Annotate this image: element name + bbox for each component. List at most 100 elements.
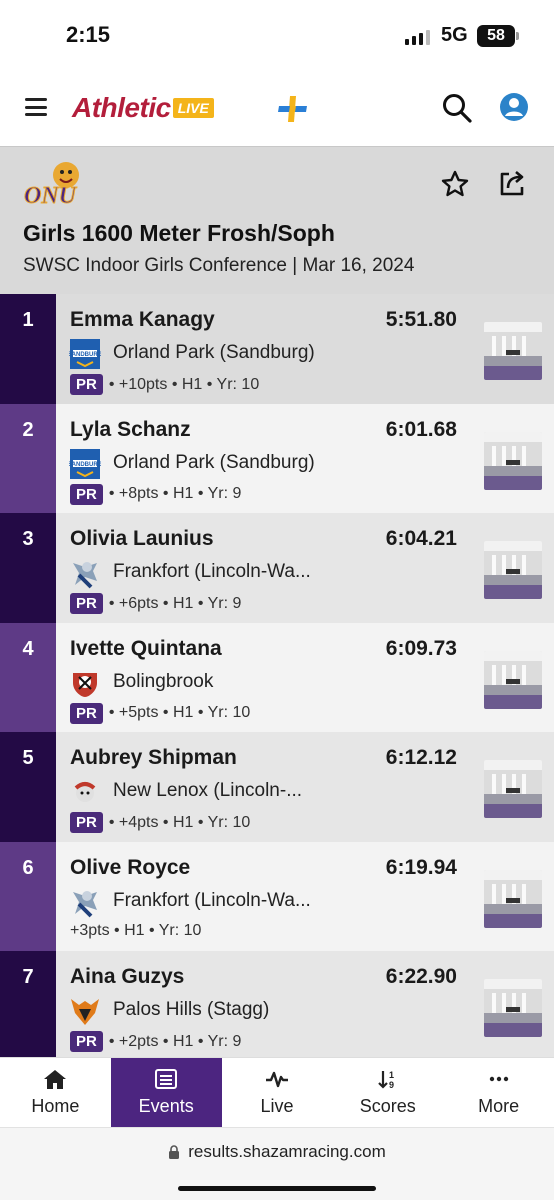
result-row[interactable]: 1 Emma Kanagy 5:51.80 SANDBURG Orland Park (…	[0, 294, 554, 404]
race-photo-thumbnail[interactable]	[484, 979, 542, 1037]
result-mark: 6:22.90	[385, 965, 457, 988]
result-body[interactable]: Ivette Quintana 6:09.73 Bolingbrook PR • +5p…	[56, 622, 554, 732]
result-row[interactable]: 3 Olivia Launius 6:04.21 Frankfort (Lincoln…	[0, 513, 554, 623]
plus-logo-icon[interactable]	[276, 92, 310, 126]
menu-icon[interactable]	[25, 98, 47, 116]
nav-events[interactable]: Events	[110, 1058, 222, 1127]
place-cell: 7	[0, 951, 56, 1057]
school-name[interactable]: New Lenox (Lincoln-...	[113, 780, 302, 802]
school-name[interactable]: Frankfort (Lincoln-Wa...	[113, 890, 311, 912]
sort-icon: 19	[378, 1070, 394, 1090]
nav-home[interactable]: Home	[0, 1058, 111, 1127]
event-title: Girls 1600 Meter Frosh/Soph	[23, 220, 335, 246]
school-name[interactable]: Palos Hills (Stagg)	[113, 999, 269, 1021]
result-mark: 6:04.21	[385, 527, 457, 550]
place-cell: 4	[0, 622, 56, 732]
battery-icon: 58	[477, 25, 519, 47]
race-photo-thumbnail[interactable]	[484, 869, 542, 928]
result-row[interactable]: 6 Olive Royce 6:19.94 Frankfort (Lincoln-Wa…	[0, 841, 554, 951]
place-number: 1	[22, 309, 34, 331]
svg-text:SANDBURG: SANDBURG	[69, 352, 101, 358]
result-meta: PR • +5pts • H1 • Yr: 10	[70, 702, 250, 724]
bottom-nav: Home Events Live 19 Scores More	[0, 1057, 554, 1127]
svg-text:9: 9	[389, 1080, 394, 1090]
event-subtitle: SWSC Indoor Girls Conference | Mar 16, 2…	[23, 255, 415, 276]
athlete-name[interactable]: Lyla Schanz	[70, 418, 191, 442]
results-list: 1 Emma Kanagy 5:51.80 SANDBURG Orland Park (…	[0, 294, 554, 1057]
athlete-name[interactable]: Olive Royce	[70, 856, 190, 880]
pr-badge: PR	[70, 374, 103, 395]
race-photo-thumbnail[interactable]	[484, 431, 542, 490]
school-name[interactable]: Orland Park (Sandburg)	[113, 342, 315, 364]
place-cell: 5	[0, 732, 56, 842]
school-logo	[69, 667, 101, 699]
result-meta: PR • +8pts • H1 • Yr: 9	[70, 483, 242, 505]
nav-scores[interactable]: 19 Scores	[332, 1058, 443, 1127]
pr-badge: PR	[70, 812, 103, 833]
athlete-name[interactable]: Aubrey Shipman	[70, 746, 237, 770]
meta-text: • +2pts • H1 • Yr: 9	[108, 1032, 242, 1050]
result-body[interactable]: Lyla Schanz 6:01.68 SANDBURG Orland Park (S…	[56, 403, 554, 513]
result-row[interactable]: 2 Lyla Schanz 6:01.68 SANDBURG Orland Park (…	[0, 403, 554, 513]
school-logo	[69, 995, 101, 1027]
result-row[interactable]: 7 Aina Guzys 6:22.90 Palos Hills (Stagg) PR •…	[0, 951, 554, 1057]
meta-text: • +8pts • H1 • Yr: 9	[108, 485, 242, 502]
browser-url-bar: results.shazamracing.com	[0, 1127, 554, 1200]
home-indicator[interactable]	[178, 1186, 376, 1191]
race-photo-thumbnail[interactable]	[484, 322, 542, 380]
search-icon[interactable]	[441, 92, 473, 124]
lock-icon	[169, 1144, 180, 1159]
school-name[interactable]: Frankfort (Lincoln-Wa...	[113, 561, 311, 583]
place-number: 5	[22, 747, 34, 769]
result-body[interactable]: Emma Kanagy 5:51.80 SANDBURG Orland Park (S…	[56, 294, 554, 404]
result-row[interactable]: 4 Ivette Quintana 6:09.73 Bolingbrook PR • +5…	[0, 622, 554, 732]
result-meta: PR • +2pts • H1 • Yr: 9	[70, 1031, 241, 1052]
url-field[interactable]: results.shazamracing.com	[0, 1142, 554, 1162]
result-meta: PR • +10pts • H1 • Yr: 10	[70, 374, 259, 395]
network-type: 5G	[441, 24, 468, 46]
event-header: ONU Girls 1600 Meter Frosh/Soph SWSC Ind…	[0, 146, 554, 294]
meta-text: • +6pts • H1 • Yr: 9	[108, 594, 242, 612]
result-body[interactable]: Aubrey Shipman 6:12.12 New Lenox (Lincoln-…	[56, 732, 554, 842]
athlete-name[interactable]: Ivette Quintana	[70, 637, 222, 661]
school-name[interactable]: Bolingbrook	[113, 671, 213, 693]
race-photo-thumbnail[interactable]	[484, 541, 542, 599]
nav-live[interactable]: Live	[222, 1058, 333, 1127]
athlete-name[interactable]: Aina Guzys	[70, 965, 184, 989]
athlete-name[interactable]: Olivia Launius	[70, 527, 214, 551]
meta-text: +3pts • H1 • Yr: 10	[70, 921, 202, 939]
result-row[interactable]: 5 Aubrey Shipman 6:12.12 New Lenox (Lincoln…	[0, 732, 554, 842]
place-cell: 6	[0, 841, 56, 951]
favorite-star-icon[interactable]	[440, 169, 470, 199]
result-body[interactable]: Olivia Launius 6:04.21 Frankfort (Lincoln-…	[56, 513, 554, 623]
pr-badge: PR	[70, 1031, 103, 1052]
home-icon	[44, 1070, 67, 1089]
nav-label: Events	[138, 1096, 194, 1116]
pulse-icon	[265, 1071, 288, 1088]
more-icon	[489, 1076, 508, 1082]
nav-label: More	[478, 1096, 520, 1116]
nav-label: Home	[31, 1096, 80, 1116]
account-icon[interactable]	[499, 92, 529, 122]
athletic-live-logo[interactable]: Athletic LIVE	[72, 92, 214, 124]
place-number: 3	[22, 528, 34, 550]
battery-level: 58	[487, 27, 505, 44]
share-icon[interactable]	[496, 167, 528, 199]
race-photo-thumbnail[interactable]	[484, 650, 542, 709]
athlete-name[interactable]: Emma Kanagy	[70, 308, 215, 332]
meta-text: • +10pts • H1 • Yr: 10	[108, 375, 260, 393]
nav-more[interactable]: More	[443, 1058, 554, 1127]
place-cell: 1	[0, 294, 56, 404]
result-body[interactable]: Olive Royce 6:19.94 Frankfort (Lincoln-Wa.…	[56, 841, 554, 951]
place-number: 2	[22, 418, 34, 441]
school-name[interactable]: Orland Park (Sandburg)	[113, 452, 315, 474]
result-body[interactable]: Aina Guzys 6:22.90 Palos Hills (Stagg) PR • …	[56, 951, 554, 1057]
school-logo: SANDBURG	[68, 338, 103, 370]
meta-text: • +4pts • H1 • Yr: 10	[108, 813, 251, 831]
race-photo-thumbnail[interactable]	[484, 760, 542, 818]
pr-badge: PR	[70, 483, 103, 505]
team-logo: ONU	[24, 162, 79, 209]
school-logo	[69, 776, 101, 808]
result-meta: +3pts • H1 • Yr: 10	[70, 922, 201, 940]
url-text: results.shazamracing.com	[188, 1142, 386, 1161]
